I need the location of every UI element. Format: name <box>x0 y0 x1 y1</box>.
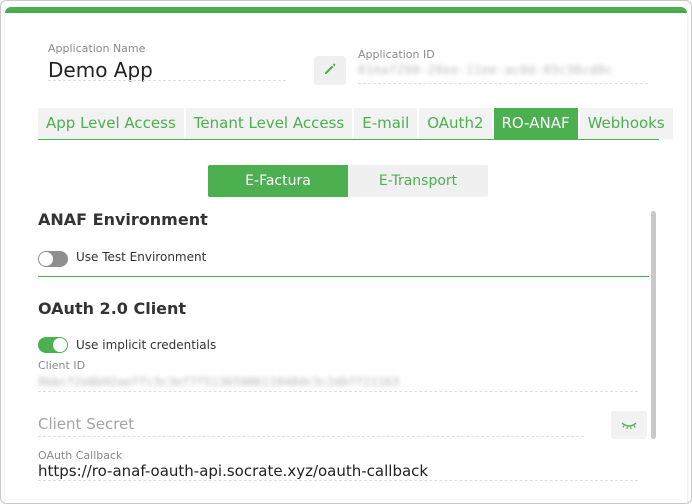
tab-app-level-access[interactable]: App Level Access <box>38 108 184 139</box>
app-name-label: Application Name <box>48 42 146 55</box>
app-id-label: Application ID <box>358 48 435 61</box>
section-divider <box>38 276 649 277</box>
tab-oauth2[interactable]: OAuth2 <box>419 108 492 139</box>
toggle-knob <box>53 338 67 352</box>
oauth-callback-label: OAuth Callback <box>38 449 123 462</box>
toggle-secret-visibility-button[interactable] <box>611 411 647 439</box>
app-id-underline <box>358 83 648 84</box>
test-environment-label: Use Test Environment <box>76 250 207 264</box>
implicit-credentials-label: Use implicit credentials <box>76 338 217 352</box>
client-secret-underline <box>38 436 584 437</box>
client-id-underline <box>38 391 638 392</box>
eye-closed-icon <box>619 416 639 435</box>
subtab-e-factura[interactable]: E-Factura <box>208 165 348 197</box>
tab-email[interactable]: E-mail <box>354 108 418 139</box>
client-id-label: Client ID <box>38 359 86 372</box>
subtab-e-transport[interactable]: E-Transport <box>348 165 488 197</box>
oauth-callback-underline <box>38 480 638 481</box>
anaf-environment-title: ANAF Environment <box>38 210 208 229</box>
client-id-field[interactable]: 8bbcf2e8b92aeffc3c3ef7f5136590611848dc3c… <box>38 375 399 389</box>
implicit-credentials-toggle[interactable] <box>38 337 68 353</box>
settings-tabs: App Level Access Tenant Level Access E-m… <box>38 108 675 140</box>
edit-app-name-button[interactable] <box>314 56 346 85</box>
client-secret-input[interactable]: Client Secret <box>38 415 134 433</box>
oauth-callback-field[interactable]: https://ro-anaf-oauth-api.socrate.xyz/oa… <box>38 462 428 480</box>
tab-ro-anaf[interactable]: RO-ANAF <box>493 108 578 139</box>
app-settings-window: Application Name Demo App Application ID… <box>0 0 692 504</box>
toggle-knob <box>39 252 53 266</box>
test-environment-toggle[interactable] <box>38 251 68 267</box>
app-name-underline <box>48 80 286 81</box>
content-scrollbar[interactable] <box>651 211 656 439</box>
tab-webhooks[interactable]: Webhooks <box>579 108 673 139</box>
pencil-icon <box>322 61 338 81</box>
app-name-field[interactable]: Demo App <box>48 58 153 82</box>
tabs-underline <box>38 139 659 140</box>
oauth-client-title: OAuth 2.0 Client <box>38 299 187 318</box>
settings-card: Application Name Demo App Application ID… <box>5 13 687 503</box>
tab-tenant-level-access[interactable]: Tenant Level Access <box>185 108 353 139</box>
app-id-value: 81Aa7290-29ee-11ee-ac0d-03c38cd0c <box>358 63 613 77</box>
